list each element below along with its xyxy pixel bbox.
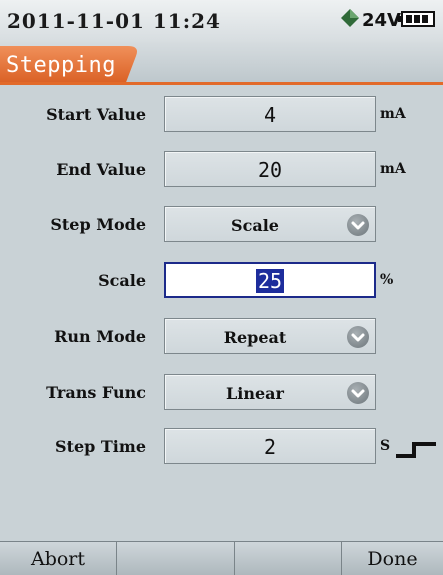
title-tab: Stepping	[0, 46, 150, 85]
start-value-unit: mA	[380, 106, 406, 122]
loop-power-indicator: 24V	[340, 9, 401, 31]
softkey-2[interactable]	[117, 542, 235, 575]
end-value-unit: mA	[380, 161, 406, 177]
step-time-label: Step Time	[55, 437, 146, 456]
step-mode-value: Scale	[231, 216, 279, 235]
row-step-time: Step Time 2 S	[0, 428, 443, 468]
voltage-text: 24V	[362, 9, 401, 31]
run-mode-label: Run Mode	[54, 327, 146, 346]
start-value-label: Start Value	[46, 105, 146, 124]
scale-value: 25	[255, 269, 285, 293]
row-scale: Scale 25 %	[0, 262, 443, 302]
done-button-label: Done	[367, 548, 418, 570]
start-value-value: 4	[263, 103, 277, 127]
loop-power-icon	[340, 8, 360, 32]
step-time-unit: S	[380, 438, 391, 454]
softkey-3[interactable]	[235, 542, 342, 575]
row-step-mode: Step Mode Scale	[0, 206, 443, 246]
scale-input[interactable]: 25	[164, 262, 376, 298]
row-trans-func: Trans Func Linear	[0, 374, 443, 414]
trans-func-label: Trans Func	[46, 383, 146, 402]
datetime: 2011-11-01 11:24	[7, 9, 221, 33]
page-title: Stepping	[6, 53, 116, 78]
end-value-field[interactable]: 20	[164, 151, 376, 187]
trans-func-select[interactable]: Linear	[164, 374, 376, 410]
done-button[interactable]: Done	[342, 542, 443, 575]
scale-label: Scale	[98, 271, 146, 290]
status-bar: 2011-11-01 11:24 24V	[0, 0, 443, 42]
step-mode-label: Step Mode	[50, 215, 146, 234]
end-value-value: 20	[257, 158, 283, 182]
scale-unit: %	[380, 272, 394, 288]
row-start-value: Start Value 4 mA	[0, 96, 443, 136]
step-time-field[interactable]: 2	[164, 428, 376, 464]
start-value-field[interactable]: 4	[164, 96, 376, 132]
battery-icon	[398, 11, 435, 27]
run-mode-select[interactable]: Repeat	[164, 318, 376, 354]
abort-button[interactable]: Abort	[0, 542, 117, 575]
chevron-down-icon[interactable]	[347, 382, 369, 404]
step-mode-select[interactable]: Scale	[164, 206, 376, 242]
softkey-bar: Abort Done	[0, 541, 443, 575]
trans-func-value: Linear	[226, 384, 284, 403]
row-run-mode: Run Mode Repeat	[0, 318, 443, 358]
chevron-down-icon[interactable]	[347, 326, 369, 348]
end-value-label: End Value	[56, 160, 146, 179]
step-waveform-icon	[394, 434, 440, 464]
title-underline	[0, 82, 443, 85]
row-end-value: End Value 20 mA	[0, 151, 443, 191]
step-time-value: 2	[263, 435, 277, 459]
abort-button-label: Abort	[30, 548, 86, 570]
chevron-down-icon[interactable]	[347, 214, 369, 236]
run-mode-value: Repeat	[223, 328, 287, 347]
